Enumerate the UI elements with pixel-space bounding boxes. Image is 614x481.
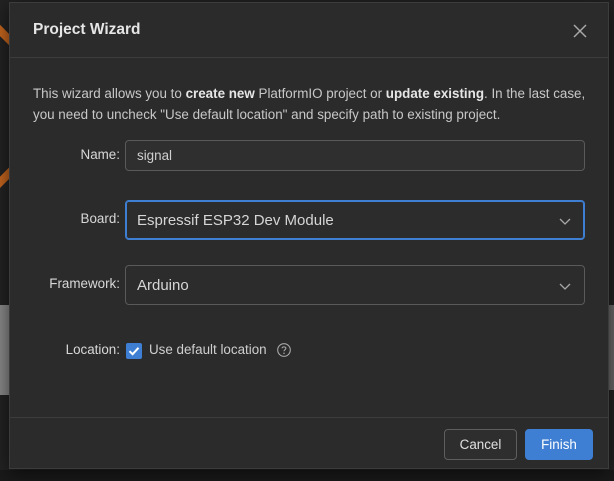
location-label: Location: — [65, 342, 120, 357]
help-circle-icon[interactable] — [276, 342, 292, 358]
board-label: Board: — [80, 211, 120, 226]
framework-select[interactable]: Arduino — [125, 265, 585, 305]
wizard-description: This wizard allows you to create new Pla… — [33, 83, 588, 125]
description-text: This wizard allows you to — [33, 86, 186, 101]
finish-button[interactable]: Finish — [525, 429, 593, 460]
cancel-button[interactable]: Cancel — [444, 429, 517, 460]
use-default-location-checkbox[interactable] — [126, 343, 142, 359]
dialog-title: Project Wizard — [33, 21, 141, 38]
description-emphasis: create new — [185, 86, 255, 101]
chevron-down-icon — [559, 283, 571, 290]
close-icon — [573, 24, 587, 38]
close-button[interactable] — [569, 20, 591, 42]
description-emphasis: update existing — [385, 86, 484, 101]
board-select-value: Espressif ESP32 Dev Module — [137, 212, 334, 229]
dialog-footer: Cancel Finish — [10, 417, 608, 469]
project-wizard-dialog: Project Wizard This wizard allows you to… — [9, 2, 609, 469]
name-input[interactable] — [125, 140, 585, 171]
use-default-location-label[interactable]: Use default location — [149, 342, 267, 357]
dialog-header: Project Wizard — [10, 3, 608, 58]
checkmark-icon — [128, 347, 140, 356]
description-text: PlatformIO project or — [254, 86, 386, 101]
framework-label: Framework: — [49, 276, 120, 291]
chevron-down-icon — [559, 218, 571, 225]
name-label: Name: — [80, 147, 120, 162]
framework-select-value: Arduino — [137, 277, 189, 294]
board-select[interactable]: Espressif ESP32 Dev Module — [125, 200, 585, 240]
background-strip — [0, 470, 614, 481]
